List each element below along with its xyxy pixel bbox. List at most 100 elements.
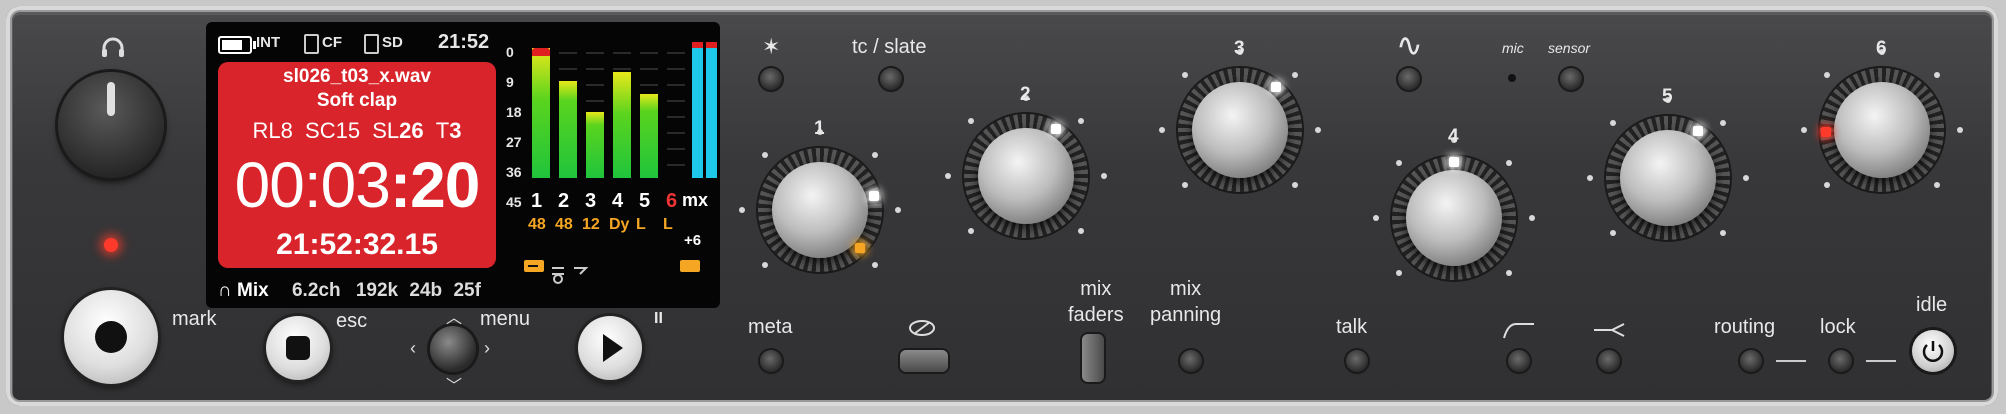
record-button[interactable] bbox=[64, 290, 158, 384]
mic-icon bbox=[1508, 74, 1516, 82]
meter-scale-tick: 18 bbox=[506, 104, 522, 120]
recorder-panel: mark esc ︿ ﹀ ‹ › menu II INT CF SD 21:52… bbox=[6, 6, 1998, 406]
talk-button[interactable] bbox=[1346, 350, 1368, 372]
mx-limiter-icon bbox=[680, 260, 700, 272]
knob-indicator bbox=[1051, 123, 1061, 134]
meta-button[interactable] bbox=[760, 350, 782, 372]
knob-scale-dot bbox=[1101, 173, 1107, 179]
channel-label: 4 bbox=[612, 190, 624, 212]
knob-scale-dot bbox=[1078, 228, 1085, 235]
channel-rate: L bbox=[636, 216, 646, 233]
level-meters bbox=[526, 38, 717, 186]
knob-scale-dot bbox=[1506, 270, 1513, 277]
knob-scale-dot bbox=[895, 207, 901, 213]
play-pause-button[interactable] bbox=[578, 316, 642, 380]
knob-scale-dot bbox=[1720, 119, 1727, 126]
channel-3-gain-knob[interactable] bbox=[1192, 82, 1288, 178]
knob-indicator bbox=[869, 191, 880, 202]
meter-track bbox=[667, 38, 685, 178]
meter-bar bbox=[559, 81, 577, 178]
routing-label: routing bbox=[1714, 316, 1776, 338]
channel-6-gain-knob[interactable] bbox=[1834, 82, 1930, 178]
channel-label: 5 bbox=[639, 190, 651, 212]
knob-scale-dot bbox=[967, 117, 974, 124]
meter-scale-tick: 27 bbox=[506, 134, 522, 150]
knob-scale-dot bbox=[872, 262, 879, 269]
knob-indicator bbox=[1449, 157, 1459, 167]
filter-icons bbox=[522, 254, 642, 289]
knob-scale-dot bbox=[1587, 175, 1593, 181]
knob-scale-dot bbox=[1823, 71, 1830, 78]
divider bbox=[1776, 360, 1806, 362]
meter-bar bbox=[532, 48, 550, 178]
stop-button[interactable] bbox=[266, 316, 330, 380]
meter-bar bbox=[640, 94, 658, 178]
meter-peak bbox=[692, 42, 703, 48]
knob-scale-dot bbox=[1292, 182, 1299, 189]
tc-slate-button[interactable] bbox=[880, 68, 902, 90]
display-screen: INT CF SD 21:52 sl026_t03_x.wav Soft cla… bbox=[206, 22, 720, 308]
phase-button[interactable] bbox=[900, 350, 948, 372]
wave-button[interactable] bbox=[1398, 68, 1420, 90]
reel-scene-take: RL8 SC15 SL26 T3 bbox=[252, 118, 462, 143]
sd-label: SD bbox=[382, 34, 403, 51]
knob-scale-dot bbox=[1078, 117, 1085, 124]
idle-label: idle bbox=[1916, 294, 1948, 316]
knob-scale-dot bbox=[967, 228, 974, 235]
knob-scale-dot bbox=[1373, 215, 1379, 221]
navigation-joystick[interactable] bbox=[430, 326, 476, 372]
limiter-button[interactable] bbox=[1598, 350, 1620, 372]
file-name: sl026_t03_x.wav bbox=[283, 66, 431, 87]
meter-peak bbox=[532, 48, 550, 56]
divider bbox=[1866, 360, 1896, 362]
mic-label: mic bbox=[1502, 40, 1524, 56]
mx-meter-bar bbox=[692, 42, 703, 178]
sensor-button[interactable] bbox=[1560, 68, 1582, 90]
star-button[interactable] bbox=[760, 68, 782, 90]
battery-icon bbox=[218, 36, 256, 54]
headphone-icon: ∩ bbox=[218, 280, 232, 301]
mix-faders-button[interactable] bbox=[1082, 334, 1104, 382]
knob-scale-dot bbox=[1395, 270, 1402, 277]
clock-timecode: 21:52:32.15 bbox=[276, 228, 438, 261]
record-led bbox=[104, 238, 118, 252]
knob-scale-dot bbox=[1957, 127, 1963, 133]
power-button[interactable] bbox=[1912, 330, 1954, 372]
mix-panning-button[interactable] bbox=[1180, 350, 1202, 372]
channel-rate: 48 bbox=[528, 216, 546, 233]
cf-card-icon bbox=[304, 34, 319, 54]
knob-scale-dot bbox=[1181, 71, 1188, 78]
knob-scale-dot bbox=[1181, 182, 1188, 189]
channel-label: 1 bbox=[531, 190, 543, 212]
meter-bar bbox=[613, 72, 631, 178]
lock-button[interactable] bbox=[1830, 350, 1852, 372]
knob-scale-dot bbox=[1934, 71, 1941, 78]
lock-label: lock bbox=[1820, 316, 1856, 338]
channel-1-gain-knob[interactable] bbox=[772, 162, 868, 258]
meta-label: meta bbox=[748, 316, 793, 338]
channel-4-gain-knob[interactable] bbox=[1406, 170, 1502, 266]
routing-button[interactable] bbox=[1740, 350, 1762, 372]
meter-peak bbox=[706, 42, 717, 48]
knob-scale-dot bbox=[1801, 127, 1807, 133]
channel-label: 2 bbox=[558, 190, 570, 212]
knob-scale-dot bbox=[1823, 182, 1830, 189]
status-clock: 21:52 bbox=[438, 31, 490, 53]
headphone-volume-knob[interactable] bbox=[58, 72, 164, 178]
knob-scale-dot bbox=[739, 207, 745, 213]
wave-label: ∿ bbox=[1396, 27, 1423, 63]
knob-label: 4 bbox=[1448, 126, 1459, 147]
pause-label: II bbox=[654, 310, 663, 327]
knob-scale-dot bbox=[1315, 127, 1321, 133]
knob-label: 5 bbox=[1662, 86, 1673, 107]
sensor-label: sensor bbox=[1548, 40, 1591, 56]
meter-scale-tick: 45 bbox=[506, 194, 522, 210]
meter-scale-tick: 0 bbox=[506, 44, 514, 60]
high-pass-button[interactable] bbox=[1508, 350, 1530, 372]
channel-5-gain-knob[interactable] bbox=[1620, 130, 1716, 226]
take-note: Soft clap bbox=[316, 90, 398, 111]
knob-scale-dot bbox=[945, 173, 951, 179]
channel-2-gain-knob[interactable] bbox=[978, 128, 1074, 224]
knob-scale-dot bbox=[1506, 159, 1513, 166]
meter-scale-tick: 36 bbox=[506, 164, 522, 180]
